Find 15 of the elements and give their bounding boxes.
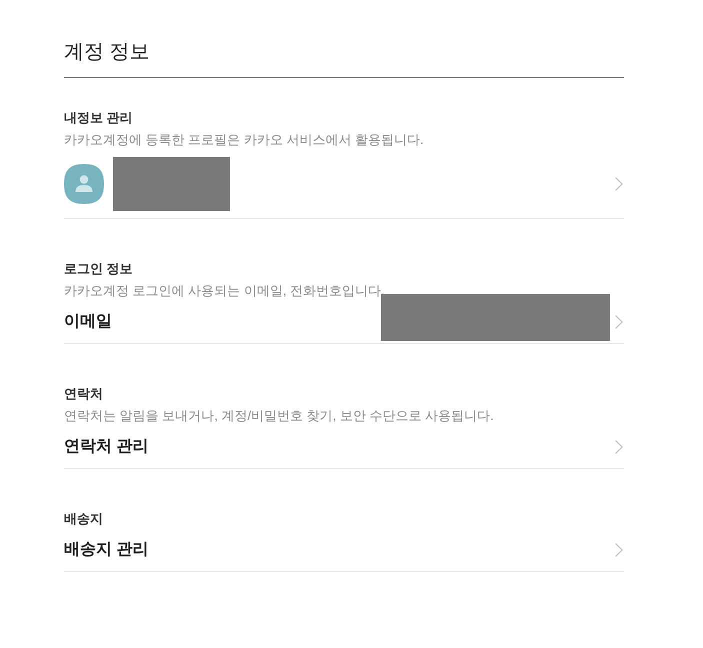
section-description: 카카오계정 로그인에 사용되는 이메일, 전화번호입니다. <box>64 282 386 300</box>
section-description: 연락처는 알림을 보내거나, 계정/비밀번호 찾기, 보안 수단으로 사용됩니다. <box>64 407 495 425</box>
section-heading: 배송지 <box>64 510 104 528</box>
menu-row[interactable]: 연락처 관리 <box>64 426 624 469</box>
menu-row[interactable]: 배송지 관리 <box>64 529 624 572</box>
page-title: 계정 정보 <box>64 40 151 65</box>
chevron-right-icon <box>615 177 623 191</box>
section-description: 카카오계정에 등록한 프로필은 카카오 서비스에서 활용됩니다. <box>64 131 425 149</box>
chevron-right-icon <box>615 543 623 557</box>
chevron-right-icon <box>615 315 623 329</box>
section-heading: 내정보 관리 <box>64 109 134 127</box>
chevron-right-icon <box>615 440 623 454</box>
section-heading: 로그인 정보 <box>64 260 134 278</box>
section-heading: 연락처 <box>64 385 104 403</box>
avatar-icon <box>64 164 104 204</box>
